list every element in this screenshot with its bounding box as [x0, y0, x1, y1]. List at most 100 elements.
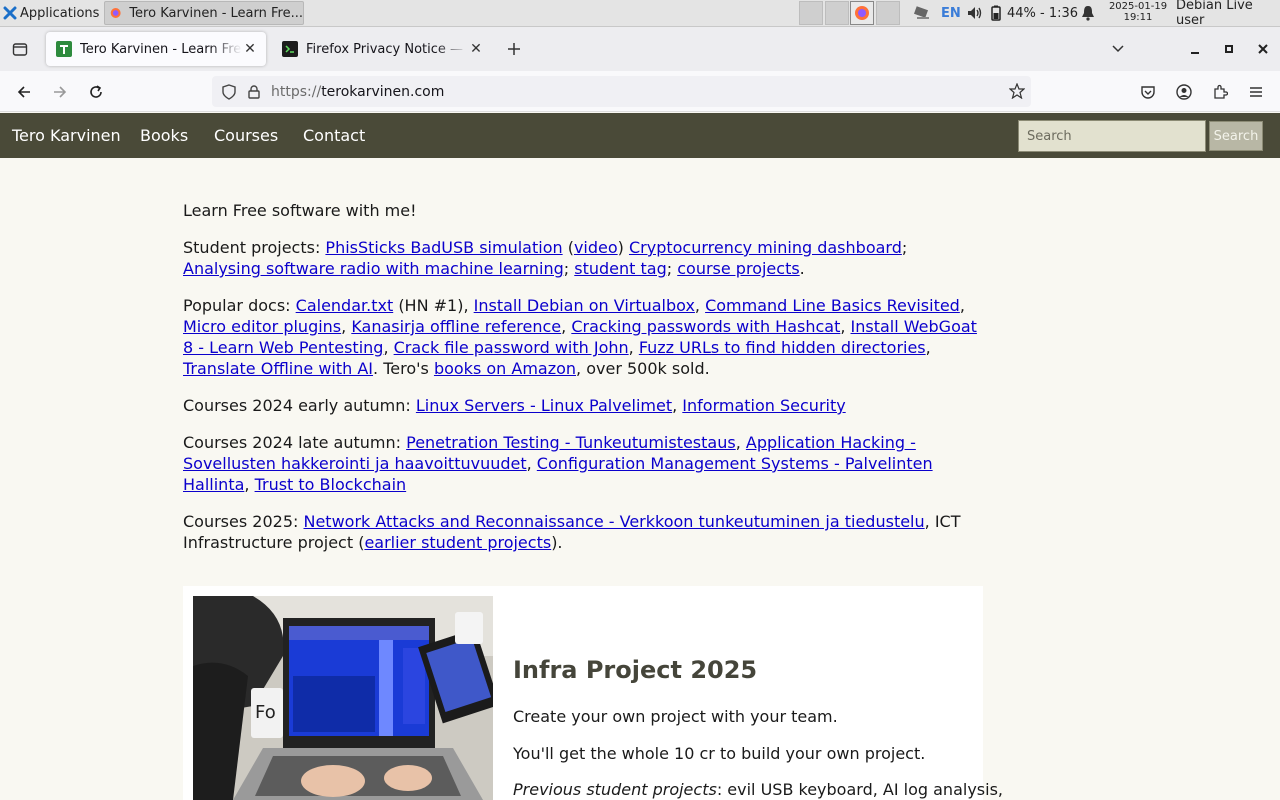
- workspace-1[interactable]: [799, 1, 823, 25]
- applications-menu[interactable]: Applications ⋮: [0, 0, 115, 26]
- intro-text: Learn Free software with me!: [183, 201, 417, 220]
- back-button[interactable]: [11, 79, 37, 105]
- app-menu-button[interactable]: [1243, 79, 1269, 105]
- workspace-2[interactable]: [825, 1, 849, 25]
- battery-status: 44% - 1:36: [1007, 5, 1079, 21]
- account-button[interactable]: [1171, 79, 1197, 105]
- network-icon[interactable]: [913, 4, 931, 22]
- close-tab-icon[interactable]: ✕: [468, 41, 484, 57]
- battery-icon[interactable]: [991, 4, 1001, 22]
- navigation-toolbar: https://terokarvinen.com: [0, 71, 1280, 112]
- firefox-view-icon: [12, 43, 28, 56]
- browser-tab-bar: Tero Karvinen - Learn Free ✕ Firefox Pri…: [0, 27, 1280, 71]
- nav-books-link[interactable]: Books: [140, 126, 188, 145]
- link-penetration-testing[interactable]: Penetration Testing - Tunkeutumistestaus: [406, 433, 736, 452]
- applications-label: Applications: [20, 5, 100, 21]
- bookmark-star-icon[interactable]: [1008, 82, 1026, 103]
- tab-tero-karvinen[interactable]: Tero Karvinen - Learn Free ✕: [46, 32, 266, 66]
- system-taskbar: Applications ⋮ Tero Karvinen - Learn Fre…: [0, 0, 1280, 28]
- previous-projects-label: Previous student projects: [513, 780, 717, 799]
- link-fuzz-urls[interactable]: Fuzz URLs to find hidden directories: [639, 338, 926, 357]
- link-calendar-txt[interactable]: Calendar.txt: [296, 296, 394, 315]
- student-laptop-photo: Fo: [193, 596, 493, 800]
- link-john[interactable]: Crack file password with John: [394, 338, 629, 357]
- link-micro-plugins[interactable]: Micro editor plugins: [183, 317, 341, 336]
- teros-text: . Tero's: [373, 359, 429, 378]
- courses-2025-label: Courses 2025:: [183, 512, 299, 531]
- minimize-button[interactable]: [1183, 37, 1207, 61]
- maximize-button[interactable]: [1217, 37, 1241, 61]
- student-projects-label: Student projects:: [183, 238, 321, 257]
- link-trust-blockchain[interactable]: Trust to Blockchain: [255, 475, 407, 494]
- plus-icon: [508, 43, 520, 55]
- nav-home-link[interactable]: Tero Karvinen: [12, 126, 121, 145]
- firefox-icon: [855, 6, 869, 20]
- card-line-2: You'll get the whole 10 cr to build your…: [513, 744, 926, 763]
- keyboard-layout[interactable]: EN: [941, 0, 961, 26]
- workspace-4[interactable]: [876, 1, 900, 25]
- firefox-view-button[interactable]: [8, 37, 32, 61]
- link-kanasirja[interactable]: Kanasirja offline reference: [351, 317, 561, 336]
- early-autumn-paragraph: Courses 2024 early autumn: Linux Servers…: [183, 396, 846, 415]
- late-autumn-label: Courses 2024 late autumn:: [183, 433, 402, 452]
- link-translate-ai[interactable]: Translate Offline with AI: [183, 359, 373, 378]
- close-tab-icon[interactable]: ✕: [242, 41, 258, 57]
- early-autumn-label: Courses 2024 early autumn:: [183, 396, 411, 415]
- extensions-button[interactable]: [1207, 79, 1233, 105]
- close-window-button[interactable]: [1251, 37, 1275, 61]
- link-books-amazon[interactable]: books on Amazon: [434, 359, 576, 378]
- reload-button[interactable]: [83, 79, 109, 105]
- session-user[interactable]: Debian Live user: [1176, 0, 1280, 28]
- site-search-button[interactable]: Search: [1209, 121, 1263, 151]
- chevron-down-icon: [1112, 45, 1124, 53]
- link-video[interactable]: video: [574, 238, 618, 257]
- list-all-tabs-button[interactable]: [1106, 37, 1130, 61]
- link-network-attacks[interactable]: Network Attacks and Reconnaissance - Ver…: [303, 512, 924, 531]
- taskbar-window-button[interactable]: Tero Karvinen - Learn Fre...: [104, 1, 304, 25]
- close-icon: [1258, 44, 1268, 54]
- forward-button[interactable]: [47, 79, 73, 105]
- url-text: https://terokarvinen.com: [271, 84, 444, 100]
- link-command-line[interactable]: Command Line Basics Revisited: [705, 296, 960, 315]
- nav-contact-link[interactable]: Contact: [303, 126, 365, 145]
- maximize-icon: [1225, 45, 1233, 53]
- link-student-tag[interactable]: student tag: [574, 259, 666, 278]
- link-phissticks[interactable]: PhisSticks BadUSB simulation: [325, 238, 562, 257]
- link-course-projects[interactable]: course projects: [677, 259, 799, 278]
- intro-paragraph: Learn Free software with me!: [183, 200, 983, 221]
- new-tab-button[interactable]: [502, 37, 526, 61]
- url-protocol: https://: [271, 83, 322, 100]
- link-information-security[interactable]: Information Security: [682, 396, 845, 415]
- xfce-logo-icon: [3, 6, 17, 20]
- arrow-left-icon: [17, 86, 30, 98]
- link-software-radio[interactable]: Analysing software radio with machine le…: [183, 259, 564, 278]
- reload-icon: [90, 85, 102, 98]
- tab-title: Tero Karvinen - Learn Free: [80, 41, 242, 57]
- courses-2025-paragraph: Courses 2025: Network Attacks and Reconn…: [183, 511, 983, 553]
- pocket-icon: [1141, 86, 1155, 99]
- link-earlier-student-projects[interactable]: earlier student projects: [364, 533, 551, 552]
- link-crypto-dashboard[interactable]: Cryptocurrency mining dashboard: [629, 238, 902, 257]
- volume-icon[interactable]: [966, 4, 984, 22]
- lock-icon[interactable]: [246, 84, 262, 100]
- workspace-3[interactable]: [850, 1, 874, 25]
- clock-date: 2025-01-19: [1108, 1, 1168, 12]
- nav-courses-link[interactable]: Courses: [214, 126, 278, 145]
- notification-bell-icon[interactable]: [1079, 4, 1097, 22]
- student-projects-paragraph: Student projects: PhisSticks BadUSB simu…: [183, 238, 908, 278]
- pocket-button[interactable]: [1135, 79, 1161, 105]
- tab-privacy-notice[interactable]: Firefox Privacy Notice — M ✕: [272, 32, 492, 66]
- previous-projects-text: : evil USB keyboard, AI log analysis,: [716, 780, 1003, 799]
- firefox-icon: [110, 8, 121, 18]
- link-install-debian[interactable]: Install Debian on Virtualbox: [474, 296, 695, 315]
- hamburger-menu-icon: [1250, 87, 1262, 97]
- site-search-input[interactable]: [1018, 120, 1206, 152]
- clock[interactable]: 2025-01-19 19:11: [1107, 1, 1169, 23]
- shield-icon[interactable]: [221, 83, 237, 100]
- hn-note: (HN #1),: [398, 296, 469, 315]
- address-bar[interactable]: https://terokarvinen.com: [212, 76, 1031, 107]
- clock-time: 19:11: [1123, 12, 1153, 23]
- card-line-1: Create your own project with your team.: [513, 707, 838, 726]
- link-hashcat[interactable]: Cracking passwords with Hashcat: [571, 317, 840, 336]
- link-linux-servers[interactable]: Linux Servers - Linux Palvelimet: [416, 396, 672, 415]
